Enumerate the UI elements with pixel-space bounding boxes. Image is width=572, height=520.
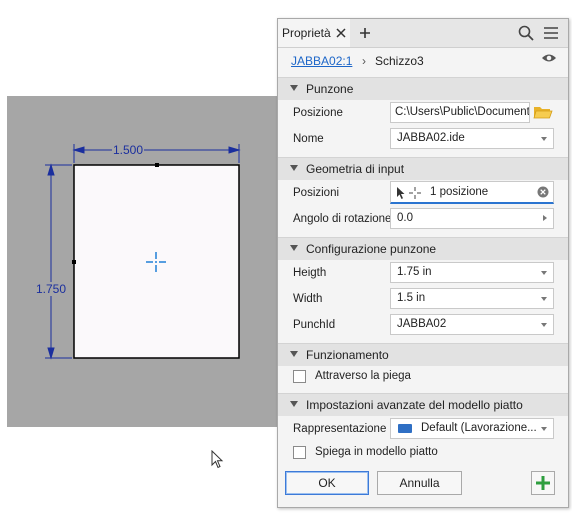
posizioni-value: 1 posizione [430,186,489,198]
breadcrumb-link[interactable]: JABBA02:1 [291,54,352,68]
angolo-input[interactable]: 0.0 [390,208,554,229]
nome-label: Nome [293,133,324,145]
height-dimension-label[interactable]: 1.750 [35,282,68,296]
breadcrumb-separator: › [362,54,366,68]
chevron-down-icon [541,271,547,275]
chevron-down-icon [541,297,547,301]
add-tab-icon[interactable] [358,26,372,40]
posizioni-label: Posizioni [293,187,340,199]
clear-icon[interactable] [537,186,549,198]
spiega-label[interactable]: Spiega in modello piatto [315,446,438,458]
folder-icon[interactable] [533,104,553,120]
posizione-path-field[interactable]: C:\Users\Public\Documents\ [390,102,530,123]
close-icon[interactable] [334,26,348,40]
attraverso-label[interactable]: Attraverso la piega [315,370,411,382]
rappresentazione-dropdown[interactable]: Default (Lavorazione... [390,418,554,439]
panel-tab-bar: Proprietà [278,19,568,48]
width-dimension[interactable] [72,144,241,163]
punchid-value: JABBA02 [397,318,447,330]
plus-icon [536,476,550,490]
collapse-triangle-icon [290,245,298,251]
chevron-down-icon [541,427,547,431]
section-geometria[interactable]: Geometria di input [278,157,568,180]
section-funzionamento[interactable]: Funzionamento [278,343,568,366]
section-configurazione[interactable]: Configurazione punzone [278,237,568,260]
chevron-down-icon [541,137,547,141]
section-avanzate[interactable]: Impostazioni avanzate del modello piatto [278,393,568,416]
mouse-pointer-icon [211,450,224,469]
section-title: Configurazione punzone [306,242,437,256]
tab-label: Proprietà [282,26,331,40]
height-dropdown[interactable]: 1.75 in [390,262,554,283]
search-icon[interactable] [518,25,534,41]
spiega-checkbox[interactable] [293,446,306,459]
collapse-triangle-icon [290,401,298,407]
chevron-down-icon [541,323,547,327]
height-value: 1.75 in [397,266,432,278]
attraverso-checkbox[interactable] [293,370,306,383]
cancel-button[interactable]: Annulla [377,471,462,495]
width-label: Width [293,293,323,305]
punchid-dropdown[interactable]: JABBA02 [390,314,554,335]
section-title: Geometria di input [306,162,405,176]
properties-panel: Proprietà JABBA02:1 › Schizzo3 Punzone P… [277,18,569,508]
collapse-triangle-icon [290,351,298,357]
left-midpoint[interactable] [72,260,76,264]
punchid-label: PunchId [293,319,336,331]
section-title: Impostazioni avanzate del modello piatto [306,398,523,412]
nome-dropdown[interactable]: JABBA02.ide [390,128,554,149]
height-dimension[interactable] [45,163,72,360]
breadcrumb: JABBA02:1 › Schizzo3 [278,48,568,75]
width-dropdown[interactable]: 1.5 in [390,288,554,309]
section-punzone[interactable]: Punzone [278,77,568,100]
collapse-triangle-icon [290,165,298,171]
add-button[interactable] [531,471,555,495]
menu-icon[interactable] [543,26,559,40]
select-point-icon [397,187,421,199]
posizioni-selector[interactable]: 1 posizione [390,181,554,204]
collapse-triangle-icon [290,85,298,91]
eye-icon[interactable] [541,52,557,64]
representation-icon [398,424,412,433]
chevron-right-icon[interactable] [543,215,547,221]
width-value: 1.5 in [397,292,426,304]
section-title: Punzone [306,82,354,96]
top-midpoint[interactable] [155,163,159,167]
height-label: Heigth [293,267,327,279]
angolo-label: Angolo di rotazione [293,213,392,225]
rappresentazione-label: Rappresentazione [293,423,387,435]
width-dimension-label[interactable]: 1.500 [112,143,145,157]
posizione-label: Posizione [293,107,343,119]
nome-value: JABBA02.ide [397,132,465,144]
rappresentazione-value: Default (Lavorazione... [421,422,537,434]
section-title: Funzionamento [306,348,389,362]
ok-button[interactable]: OK [285,471,369,495]
breadcrumb-current: Schizzo3 [375,54,424,68]
angolo-value: 0.0 [397,212,413,224]
